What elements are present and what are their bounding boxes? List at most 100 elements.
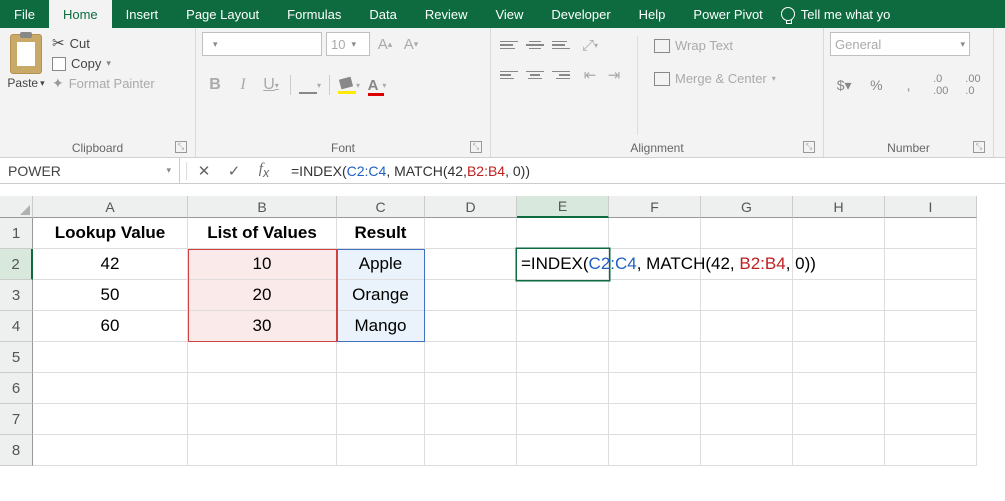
- cell-h8[interactable]: [793, 435, 885, 466]
- align-center-button[interactable]: [523, 64, 547, 86]
- row-header-8[interactable]: 8: [0, 435, 33, 466]
- cell-b4[interactable]: 30: [188, 311, 337, 342]
- cell-a5[interactable]: [33, 342, 188, 373]
- cell-i6[interactable]: [885, 373, 977, 404]
- tab-review[interactable]: Review: [411, 0, 482, 28]
- enter-formula-button[interactable]: ✓: [219, 162, 249, 180]
- cell-f3[interactable]: [609, 280, 701, 311]
- col-header-a[interactable]: A: [33, 196, 188, 218]
- cell-a6[interactable]: [33, 373, 188, 404]
- cell-e7[interactable]: [517, 404, 609, 435]
- align-right-button[interactable]: [549, 64, 573, 86]
- align-bottom-button[interactable]: [549, 34, 573, 56]
- font-color-button[interactable]: A▾: [364, 72, 390, 98]
- row-header-4[interactable]: 4: [0, 311, 33, 342]
- tab-data[interactable]: Data: [355, 0, 410, 28]
- tab-formulas[interactable]: Formulas: [273, 0, 355, 28]
- format-painter-button[interactable]: ✦Format Painter: [52, 75, 155, 92]
- col-header-f[interactable]: F: [609, 196, 701, 218]
- cell-c1[interactable]: Result: [337, 218, 425, 249]
- cell-f4[interactable]: [609, 311, 701, 342]
- cell-e3[interactable]: [517, 280, 609, 311]
- font-size-combo[interactable]: 10▾: [326, 32, 370, 56]
- cell-c7[interactable]: [337, 404, 425, 435]
- cell-f1[interactable]: [609, 218, 701, 249]
- cell-i7[interactable]: [885, 404, 977, 435]
- cell-c8[interactable]: [337, 435, 425, 466]
- increase-font-button[interactable]: A▴: [374, 33, 396, 55]
- cut-button[interactable]: ✂Cut: [52, 34, 155, 52]
- cell-h1[interactable]: [793, 218, 885, 249]
- cell-d2[interactable]: [425, 249, 517, 280]
- number-format-combo[interactable]: General▾: [830, 32, 970, 56]
- cell-h3[interactable]: [793, 280, 885, 311]
- cell-a3[interactable]: 50: [33, 280, 188, 311]
- col-header-i[interactable]: I: [885, 196, 977, 218]
- cell-f5[interactable]: [609, 342, 701, 373]
- cell-e8[interactable]: [517, 435, 609, 466]
- cell-i1[interactable]: [885, 218, 977, 249]
- percent-format-button[interactable]: %: [862, 72, 890, 98]
- copy-button[interactable]: Copy▾: [52, 56, 155, 71]
- cell-g5[interactable]: [701, 342, 793, 373]
- cell-b8[interactable]: [188, 435, 337, 466]
- increase-decimal-button[interactable]: .0.00: [927, 72, 955, 98]
- bold-button[interactable]: B: [202, 72, 228, 98]
- cell-b7[interactable]: [188, 404, 337, 435]
- align-top-button[interactable]: [497, 34, 521, 56]
- align-left-button[interactable]: [497, 64, 521, 86]
- cell-d1[interactable]: [425, 218, 517, 249]
- cell-e1[interactable]: [517, 218, 609, 249]
- col-header-h[interactable]: H: [793, 196, 885, 218]
- row-header-1[interactable]: 1: [0, 218, 33, 249]
- col-header-b[interactable]: B: [188, 196, 337, 218]
- cell-c4[interactable]: Mango: [337, 311, 425, 342]
- col-header-d[interactable]: D: [425, 196, 517, 218]
- cell-a8[interactable]: [33, 435, 188, 466]
- accounting-format-button[interactable]: $▾: [830, 72, 858, 98]
- cell-g6[interactable]: [701, 373, 793, 404]
- comma-format-button[interactable]: ,: [894, 72, 922, 98]
- col-header-g[interactable]: G: [701, 196, 793, 218]
- cancel-formula-button[interactable]: ✕: [189, 162, 219, 180]
- cell-a1[interactable]: Lookup Value: [33, 218, 188, 249]
- cell-c3[interactable]: Orange: [337, 280, 425, 311]
- cell-f7[interactable]: [609, 404, 701, 435]
- cell-e2[interactable]: =INDEX(C2:C4, MATCH(42, B2:B4, 0)): [517, 249, 609, 280]
- col-header-c[interactable]: C: [337, 196, 425, 218]
- cell-d8[interactable]: [425, 435, 517, 466]
- cell-a7[interactable]: [33, 404, 188, 435]
- cell-g3[interactable]: [701, 280, 793, 311]
- row-header-2[interactable]: 2: [0, 249, 33, 280]
- tab-view[interactable]: View: [481, 0, 537, 28]
- tab-power-pivot[interactable]: Power Pivot: [679, 0, 776, 28]
- cell-c5[interactable]: [337, 342, 425, 373]
- tell-me-search[interactable]: Tell me what yo: [781, 7, 891, 22]
- cell-f6[interactable]: [609, 373, 701, 404]
- cell-h4[interactable]: [793, 311, 885, 342]
- insert-function-button[interactable]: fx: [249, 161, 279, 180]
- cell-e5[interactable]: [517, 342, 609, 373]
- clipboard-launcher[interactable]: ⤡: [175, 141, 187, 153]
- number-launcher[interactable]: ⤡: [973, 141, 985, 153]
- row-header-3[interactable]: 3: [0, 280, 33, 311]
- cell-d7[interactable]: [425, 404, 517, 435]
- cell-i5[interactable]: [885, 342, 977, 373]
- cell-h6[interactable]: [793, 373, 885, 404]
- tab-file[interactable]: File: [0, 0, 49, 28]
- tab-developer[interactable]: Developer: [537, 0, 624, 28]
- underline-button[interactable]: U▾: [258, 72, 284, 98]
- cell-c6[interactable]: [337, 373, 425, 404]
- decrease-indent-button[interactable]: ⇤: [579, 64, 601, 86]
- name-box[interactable]: POWER▾: [0, 158, 180, 184]
- cell-b3[interactable]: 20: [188, 280, 337, 311]
- cell-h7[interactable]: [793, 404, 885, 435]
- select-all-corner[interactable]: [0, 196, 33, 218]
- orientation-button[interactable]: ⤢▾: [579, 34, 601, 56]
- cell-g4[interactable]: [701, 311, 793, 342]
- cell-h5[interactable]: [793, 342, 885, 373]
- align-middle-button[interactable]: [523, 34, 547, 56]
- cell-d4[interactable]: [425, 311, 517, 342]
- cell-b6[interactable]: [188, 373, 337, 404]
- decrease-font-button[interactable]: A▾: [400, 33, 422, 55]
